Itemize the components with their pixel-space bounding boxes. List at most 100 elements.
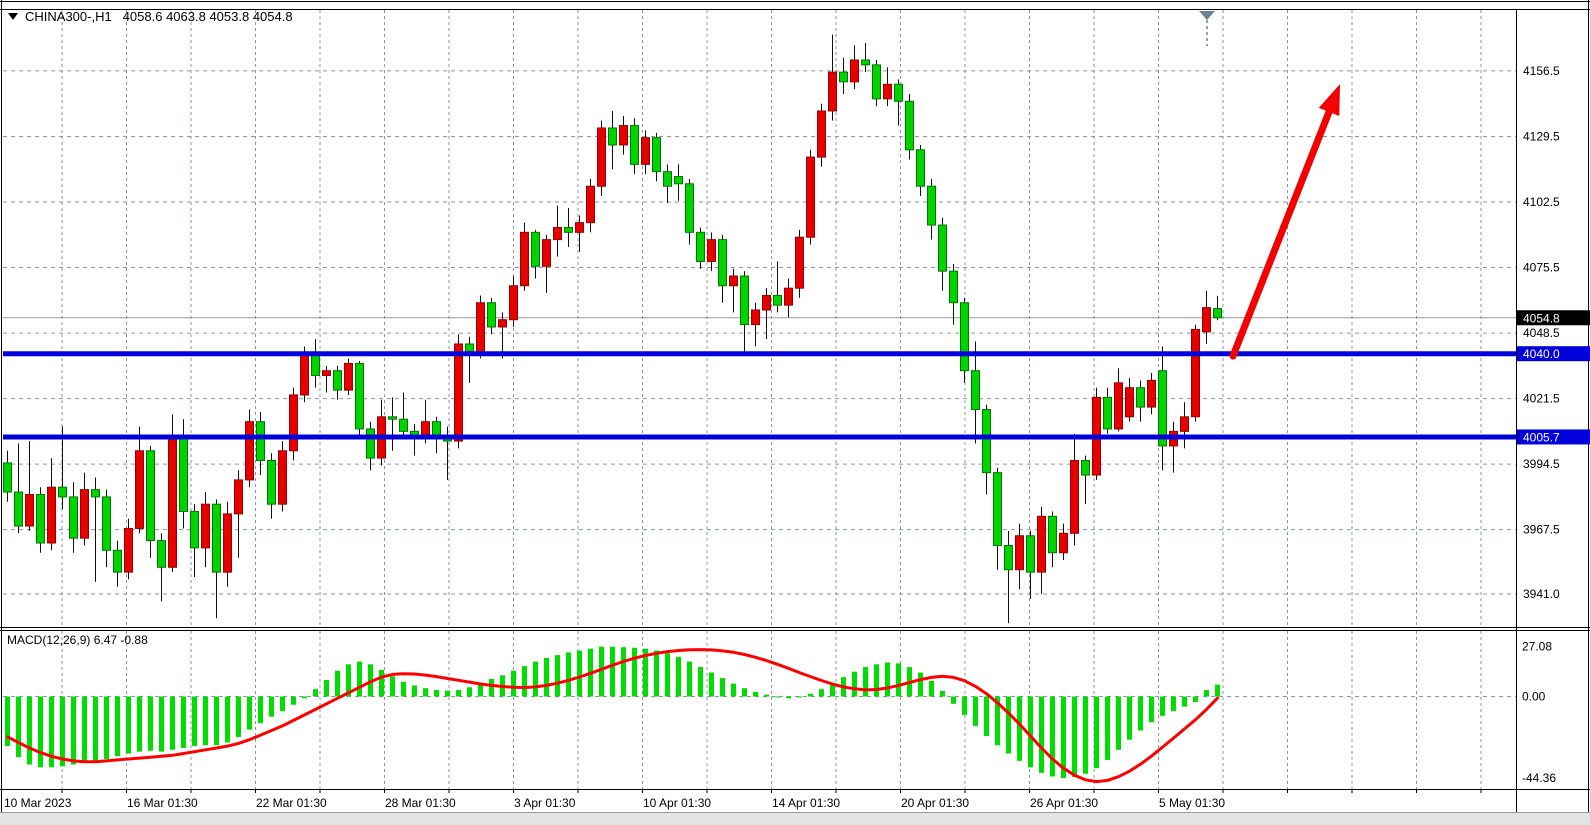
time-axis-label: 3 Apr 01:30 [514, 796, 576, 810]
bear-candle [873, 65, 881, 99]
macd-bar [687, 662, 692, 697]
macd-bar [401, 682, 406, 697]
bull-candle [708, 240, 716, 262]
bull-candle [1148, 380, 1156, 407]
bear-candle [103, 497, 111, 550]
macd-bar [1006, 696, 1011, 753]
chart-canvas[interactable]: 4156.54129.54102.54075.54048.54021.53994… [0, 0, 1590, 825]
price-axis-label: 4156.5 [1523, 64, 1560, 78]
level-price-tag-text: 4005.7 [1523, 430, 1560, 444]
bear-candle [675, 177, 683, 184]
bull-candle [785, 288, 793, 305]
macd-bar [302, 696, 307, 698]
macd-bar [819, 689, 824, 696]
macd-bar [159, 696, 164, 751]
level-price-tag-text: 4040.0 [1523, 347, 1560, 361]
macd-bar [1050, 696, 1055, 776]
macd-bar [225, 696, 230, 742]
bull-candle [136, 451, 144, 529]
bear-candle [1214, 309, 1222, 318]
bull-candle [235, 480, 243, 514]
macd-bar [577, 650, 582, 696]
macd-bar [379, 670, 384, 697]
bear-candle [1104, 397, 1112, 429]
time-axis-label: 28 Mar 01:30 [385, 796, 456, 810]
bear-candle [191, 511, 199, 547]
macd-bar [170, 696, 175, 749]
macd-bar [566, 652, 571, 696]
bull-candle [169, 439, 177, 568]
macd-bar [951, 696, 956, 703]
chart-title: CHINA300-,H1 4058.6 4063.8 4053.8 4054.8 [8, 9, 293, 24]
bull-candle [730, 276, 738, 286]
macd-bar [137, 696, 142, 751]
macd-bar [423, 688, 428, 696]
bear-candle [939, 225, 947, 271]
macd-bar [940, 691, 945, 697]
bear-candle [268, 460, 276, 504]
symbol-period-label: CHINA300-,H1 [25, 9, 112, 24]
macd-bar [1127, 696, 1132, 739]
macd-bar [885, 662, 890, 696]
bear-candle [488, 303, 496, 327]
bull-candle [796, 237, 804, 288]
current-price-tag-text: 4054.8 [1523, 311, 1560, 325]
bull-candle [763, 295, 771, 310]
macd-axis-label: 27.08 [1522, 640, 1552, 654]
trading-chart-window: 4156.54129.54102.54075.54048.54021.53994… [0, 0, 1590, 825]
macd-bar [1039, 696, 1044, 772]
bull-candle [1181, 417, 1189, 432]
bear-candle [862, 60, 870, 65]
bear-candle [774, 295, 782, 305]
price-axis-label: 4021.5 [1523, 392, 1560, 406]
macd-bar [93, 696, 98, 760]
bear-candle [895, 84, 903, 101]
macd-bar [82, 696, 87, 762]
bear-candle [928, 186, 936, 225]
time-axis-label: 20 Apr 01:30 [901, 796, 969, 810]
macd-bar [852, 672, 857, 697]
bear-candle [1082, 460, 1090, 475]
macd-bar [731, 684, 736, 697]
bull-candle [576, 223, 584, 233]
bear-candle [609, 128, 617, 145]
bull-candle [521, 232, 529, 285]
bear-candle [840, 72, 848, 82]
bear-candle [257, 422, 265, 461]
macd-bar [742, 688, 747, 696]
bear-candle [367, 429, 375, 458]
macd-bar [16, 696, 21, 757]
bear-candle [37, 494, 45, 543]
macd-bar [335, 671, 340, 697]
bull-candle [246, 422, 254, 480]
macd-bar [236, 696, 241, 736]
bull-candle [1071, 460, 1079, 533]
macd-bar [27, 696, 32, 764]
macd-bar [1149, 696, 1154, 722]
bear-candle [114, 550, 122, 572]
macd-bar [610, 647, 615, 697]
macd-bar [148, 696, 153, 750]
bear-candle [1137, 388, 1145, 407]
macd-bar [1138, 696, 1143, 730]
macd-bar [456, 690, 461, 696]
macd-bar [654, 650, 659, 696]
bull-candle [81, 490, 89, 539]
macd-bar [434, 690, 439, 696]
macd-bar [1017, 696, 1022, 760]
bear-candle [213, 504, 221, 572]
macd-bar [247, 696, 252, 729]
time-axis-label: 22 Mar 01:30 [256, 796, 327, 810]
bear-candle [906, 101, 914, 150]
bear-candle [631, 126, 639, 165]
macd-bar [522, 666, 527, 696]
bear-candle [433, 422, 441, 437]
bull-candle [510, 286, 518, 320]
bear-candle [158, 541, 166, 568]
macd-bar [973, 696, 978, 725]
bull-candle [499, 320, 507, 327]
time-axis-label: 14 Apr 01:30 [772, 796, 840, 810]
macd-bar [390, 676, 395, 696]
macd-bar [38, 696, 43, 767]
macd-bar [599, 647, 604, 697]
